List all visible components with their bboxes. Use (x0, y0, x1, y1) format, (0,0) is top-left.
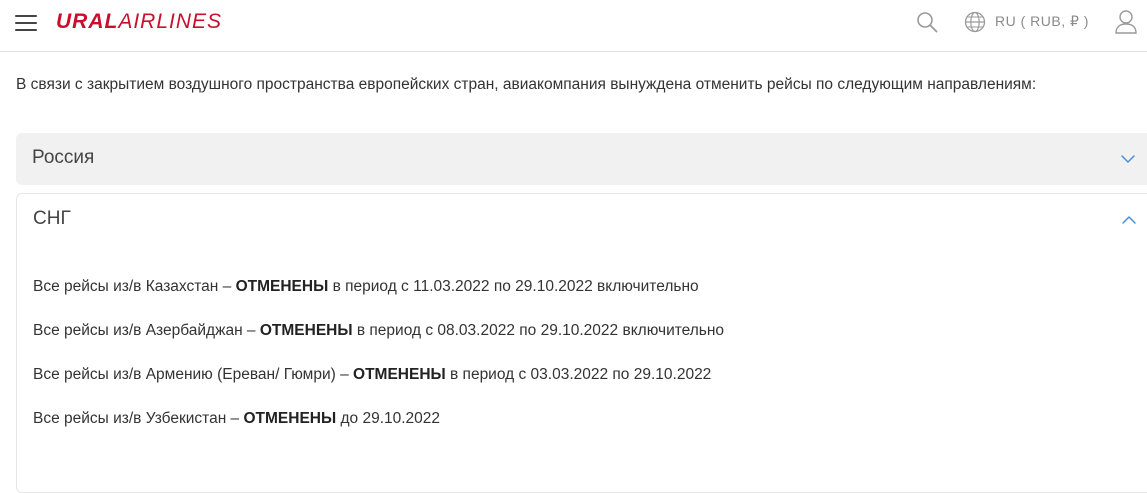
accordion-russia-title: Россия (32, 147, 95, 168)
logo-light-text: AIRLINES (118, 10, 223, 33)
accordion-cis-header[interactable]: СНГ (17, 194, 1147, 244)
chevron-up-icon (1122, 216, 1136, 224)
hamburger-menu-icon[interactable] (15, 14, 37, 32)
top-header: URALAIRLINES RU ( RUB, ₽ ) (0, 0, 1147, 52)
accordion-cis: СНГ Все рейсы из/в Казахстан – ОТМЕНЕНЫ … (16, 193, 1147, 493)
flight-item-prefix: Все рейсы из/в Казахстан – (33, 278, 236, 295)
flight-item-status: ОТМЕНЕНЫ (235, 278, 329, 295)
flight-item-status: ОТМЕНЕНЫ (243, 410, 337, 427)
menu-line (15, 15, 37, 17)
cis-flight-list: Все рейсы из/в Казахстан – ОТМЕНЕНЫ в пе… (33, 278, 724, 454)
flight-item-prefix: Все рейсы из/в Армению (Ереван/ Гюмри) – (33, 366, 354, 383)
flight-item-suffix: в период с 03.03.2022 по 29.10.2022 (445, 366, 712, 383)
flight-cancellation-item: Все рейсы из/в Армению (Ереван/ Гюмри) –… (33, 366, 724, 410)
menu-line (15, 29, 37, 31)
flight-item-suffix: до 29.10.2022 (336, 410, 441, 427)
user-icon[interactable] (1114, 9, 1138, 35)
language-currency-selector[interactable]: RU ( RUB, ₽ ) (995, 13, 1089, 30)
logo-bold-text: URAL (56, 10, 119, 33)
ural-airlines-logo[interactable]: URALAIRLINES (56, 10, 222, 34)
intro-notice-text: В связи с закрытием воздушного пространс… (16, 76, 1037, 93)
flight-item-prefix: Все рейсы из/в Азербайджан – (33, 322, 260, 339)
flight-item-status: ОТМЕНЕНЫ (259, 322, 353, 339)
accordion-cis-title: СНГ (33, 208, 71, 229)
flight-cancellation-item: Все рейсы из/в Узбекистан – ОТМЕНЕНЫ до … (33, 410, 724, 454)
flight-item-prefix: Все рейсы из/в Узбекистан – (33, 410, 244, 427)
globe-icon (964, 11, 986, 33)
search-icon[interactable] (916, 11, 938, 33)
accordion-russia[interactable]: Россия (16, 133, 1147, 185)
flight-cancellation-item: Все рейсы из/в Казахстан – ОТМЕНЕНЫ в пе… (33, 278, 724, 322)
menu-line (15, 22, 37, 24)
flight-item-suffix: в период с 08.03.2022 по 29.10.2022 вклю… (352, 322, 725, 339)
flight-item-status: ОТМЕНЕНЫ (353, 366, 446, 383)
flight-cancellation-item: Все рейсы из/в Азербайджан – ОТМЕНЕНЫ в … (33, 322, 724, 366)
chevron-down-icon (1121, 155, 1135, 163)
flight-item-suffix: в период с 11.03.2022 по 29.10.2022 вклю… (328, 278, 699, 295)
